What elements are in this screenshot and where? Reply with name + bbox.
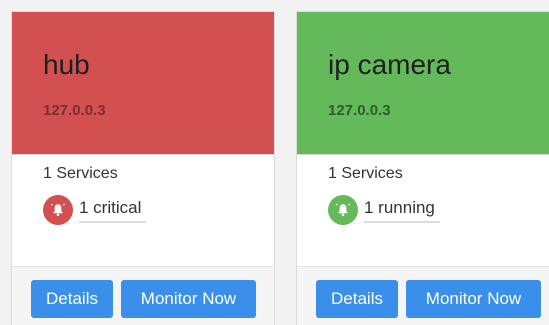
services-count: 1 Services bbox=[328, 165, 403, 182]
alarm-bell-icon bbox=[43, 195, 73, 225]
device-name: ip camera bbox=[328, 49, 451, 80]
device-card: ip camera 127.0.0.3 1 Services 1 running… bbox=[296, 11, 549, 325]
details-button[interactable]: Details bbox=[316, 280, 398, 318]
device-card-body: 1 Services 1 running bbox=[297, 154, 549, 266]
monitor-now-button[interactable]: Monitor Now bbox=[121, 280, 256, 318]
status-link[interactable]: 1 critical bbox=[79, 197, 147, 223]
device-card: hub 127.0.0.3 1 Services 1 critical Deta… bbox=[11, 11, 275, 325]
device-ip: 127.0.0.3 bbox=[43, 102, 106, 119]
device-card-footer: Details Monitor Now bbox=[12, 266, 274, 325]
alarm-bell-icon bbox=[328, 195, 358, 225]
device-card-header: hub 127.0.0.3 bbox=[12, 12, 274, 154]
monitor-now-button[interactable]: Monitor Now bbox=[406, 280, 541, 318]
status-row: 1 critical bbox=[43, 195, 274, 225]
details-button[interactable]: Details bbox=[31, 280, 113, 318]
device-name: hub bbox=[43, 49, 90, 80]
services-count: 1 Services bbox=[43, 165, 118, 182]
device-card-footer: Details Monitor Now bbox=[297, 266, 549, 325]
device-card-header: ip camera 127.0.0.3 bbox=[297, 12, 549, 154]
device-grid: hub 127.0.0.3 1 Services 1 critical Deta… bbox=[0, 0, 549, 325]
status-link[interactable]: 1 running bbox=[364, 197, 440, 223]
device-ip: 127.0.0.3 bbox=[328, 102, 391, 119]
device-card-body: 1 Services 1 critical bbox=[12, 154, 274, 266]
status-row: 1 running bbox=[328, 195, 549, 225]
